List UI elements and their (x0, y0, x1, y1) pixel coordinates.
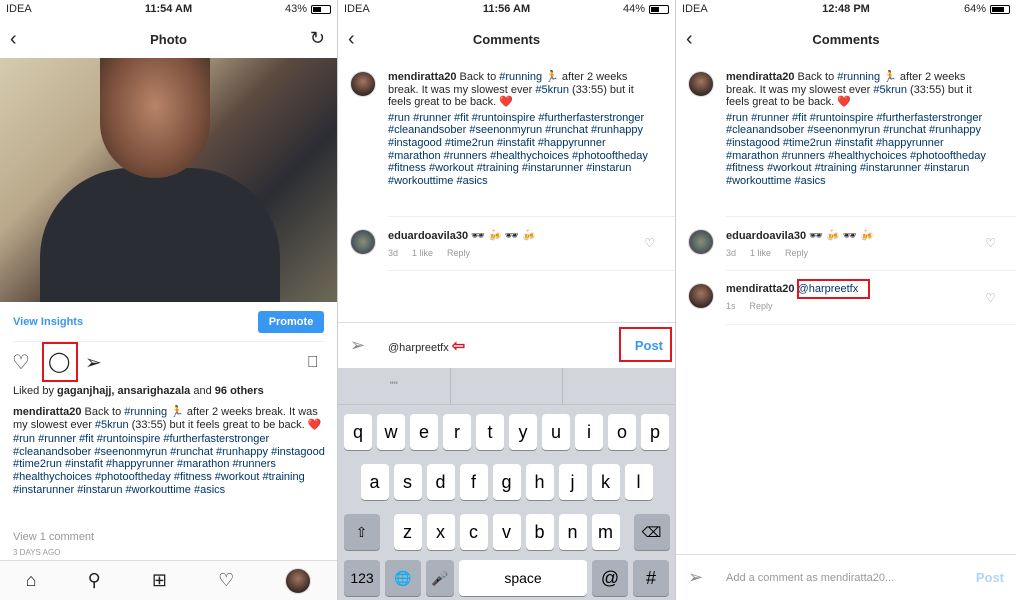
avatar[interactable] (350, 229, 376, 255)
key-l[interactable]: l (624, 464, 653, 500)
page-title: Comments (472, 31, 541, 47)
comments-screen-typing: IDEA 11:56 AM 44% ‹ Comments mendiratta20 B… (338, 0, 675, 600)
comments-screen-posted: IDEA 12:48 PM 64% ‹ Comments mendiratta20 B… (676, 0, 1016, 600)
back-icon[interactable]: ‹ (10, 28, 17, 51)
key-y[interactable]: y (509, 414, 537, 450)
comment-item: eduardoavila30 🕶 🍻 🕶 🍻 3d 1 like Reply (388, 230, 536, 258)
photo-screen: IDEA 11:54 AM 43% ‹ Photo ↻ View Insights Pr… (0, 0, 337, 600)
share-icon[interactable]: ➢ (85, 353, 102, 373)
key-p[interactable]: p (641, 414, 669, 450)
avatar[interactable] (350, 71, 376, 97)
comment-item: eduardoavila30 🕶 🍻 🕶 🍻 3d 1 like Reply (726, 230, 874, 258)
at-key[interactable]: @ (592, 560, 628, 596)
key-q[interactable]: q (344, 414, 372, 450)
profile-avatar[interactable] (285, 567, 312, 594)
back-icon[interactable]: ‹ (686, 28, 693, 51)
numbers-key[interactable]: 123 (344, 560, 380, 596)
caption-comment: mendiratta20 Back to #running 🏃 after 2 … (388, 71, 648, 187)
post-time: 3 DAYS AGO (13, 548, 61, 557)
status-bar: IDEA 11:56 AM 44% (338, 0, 675, 18)
key-n[interactable]: n (558, 514, 587, 550)
key-i[interactable]: i (575, 414, 603, 450)
suggestion-bar: "" (338, 368, 675, 405)
key-b[interactable]: b (525, 514, 554, 550)
comment-like-icon[interactable]: ♡ (985, 291, 996, 305)
key-w[interactable]: w (377, 414, 405, 450)
space-key[interactable]: space (459, 560, 587, 596)
globe-icon[interactable]: 🌐 (385, 560, 421, 596)
key-m[interactable]: m (591, 514, 620, 550)
likes-text: Liked by gaganjhajj, ansarighazala and 9… (13, 385, 264, 397)
tab-bar: ⌂ ⚲ ⊞ ♡ (0, 560, 337, 600)
key-v[interactable]: v (492, 514, 521, 550)
key-h[interactable]: h (525, 464, 554, 500)
highlight-box (797, 279, 870, 299)
nav-bar: ‹ Comments (676, 20, 1016, 58)
page-title: Comments (812, 31, 880, 47)
hash-key[interactable]: # (633, 560, 669, 596)
status-bar: IDEA 12:48 PM 64% (676, 0, 1016, 18)
post-photo[interactable] (0, 58, 337, 302)
avatar[interactable] (688, 71, 714, 97)
comment-input[interactable]: Add a comment as mendiratta20... (726, 572, 976, 584)
key-g[interactable]: g (492, 464, 521, 500)
comment-like-icon[interactable]: ♡ (985, 236, 996, 250)
refresh-icon[interactable]: ↻ (310, 28, 325, 49)
battery-icon (649, 4, 669, 14)
comment-composer: ➢ Add a comment as mendiratta20... Post (676, 554, 1016, 600)
status-bar: IDEA 11:54 AM 43% (0, 0, 337, 18)
direct-send-icon[interactable]: ➢ (350, 335, 388, 356)
key-s[interactable]: s (393, 464, 422, 500)
battery-icon (311, 4, 331, 14)
bookmark-icon[interactable]: ⎕ (308, 353, 318, 373)
direct-send-icon[interactable]: ➢ (688, 567, 726, 588)
highlight-box (619, 327, 672, 362)
key-j[interactable]: j (558, 464, 587, 500)
post-button[interactable]: Post (976, 570, 1004, 585)
key-d[interactable]: d (426, 464, 455, 500)
key-o[interactable]: o (608, 414, 636, 450)
key-u[interactable]: u (542, 414, 570, 450)
nav-bar: ‹ Comments (338, 20, 675, 58)
highlight-box (42, 342, 78, 382)
view-insights-link[interactable]: View Insights (13, 316, 83, 328)
back-icon[interactable]: ‹ (348, 28, 355, 51)
home-icon[interactable]: ⌂ (26, 570, 37, 591)
search-icon[interactable]: ⚲ (88, 570, 101, 591)
like-heart-icon[interactable]: ♡ (12, 353, 30, 373)
arrow-annotation-icon: ⇦ (451, 337, 466, 355)
key-x[interactable]: x (426, 514, 455, 550)
key-r[interactable]: r (443, 414, 471, 450)
avatar[interactable] (688, 283, 714, 309)
add-post-icon[interactable]: ⊞ (152, 570, 167, 591)
shift-icon[interactable]: ⇧ (343, 514, 380, 550)
comment-like-icon[interactable]: ♡ (644, 236, 655, 250)
key-f[interactable]: f (459, 464, 488, 500)
caption-comment: mendiratta20 Back to #running 🏃 after 2 … (726, 71, 986, 187)
microphone-icon[interactable]: 🎤 (426, 560, 454, 596)
key-z[interactable]: z (393, 514, 422, 550)
comment-input[interactable]: @harpreetfx ⇦ (388, 336, 635, 356)
key-a[interactable]: a (360, 464, 389, 500)
avatar[interactable] (688, 229, 714, 255)
battery-icon (990, 4, 1010, 14)
nav-bar: ‹ Photo ↻ (0, 20, 337, 58)
key-t[interactable]: t (476, 414, 504, 450)
promote-button[interactable]: Promote (258, 311, 324, 333)
post-caption: mendiratta20 Back to #running 🏃 after 2 … (13, 406, 325, 496)
key-e[interactable]: e (410, 414, 438, 450)
keyboard: "" qwertyuiop asdfghjkl ⇧ z x c v b n m ⌫ 123 🌐 … (338, 368, 675, 600)
key-k[interactable]: k (591, 464, 620, 500)
view-comments-link[interactable]: View 1 comment (13, 531, 94, 543)
activity-heart-icon[interactable]: ♡ (218, 570, 234, 591)
backspace-icon[interactable]: ⌫ (633, 514, 670, 550)
page-title: Photo (150, 31, 187, 47)
key-c[interactable]: c (459, 514, 488, 550)
